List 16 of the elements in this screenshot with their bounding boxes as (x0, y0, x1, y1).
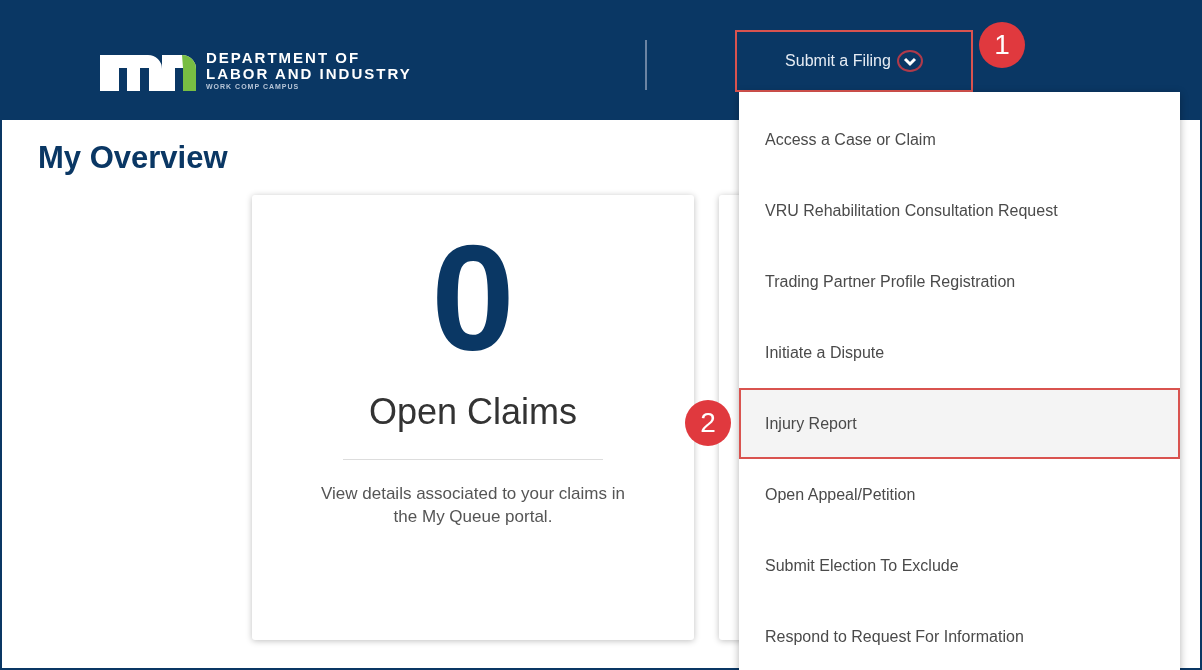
stat-count: 0 (430, 235, 516, 363)
chevron-icon (896, 50, 923, 72)
stat-description: View details associated to your claims in the My Queue portal. (320, 482, 626, 529)
menu-item[interactable]: Respond to Request For Information (739, 601, 1180, 670)
logo-text: LABOR AND INDUSTRY (206, 65, 412, 82)
stat-label: Open Claims (343, 384, 603, 460)
filing-dropdown-button[interactable]: Submit a Filing (735, 30, 973, 92)
menu-item[interactable]: Access a Case or Claim (739, 104, 1180, 175)
menu-item[interactable]: Trading Partner Profile Registration (739, 246, 1180, 317)
page-title: My Overview (38, 142, 229, 173)
menu-item[interactable]: Initiate a Dispute (739, 317, 1180, 388)
menu-item[interactable]: Injury Report (739, 388, 1180, 459)
menu-item[interactable]: VRU Rehabilitation Consultation Request (739, 175, 1180, 246)
logo-text: DEPARTMENT OF (206, 50, 362, 66)
menu-item[interactable]: Submit Election To Exclude (739, 530, 1180, 601)
menu-item[interactable]: Open Appeal/Petition (739, 459, 1180, 530)
